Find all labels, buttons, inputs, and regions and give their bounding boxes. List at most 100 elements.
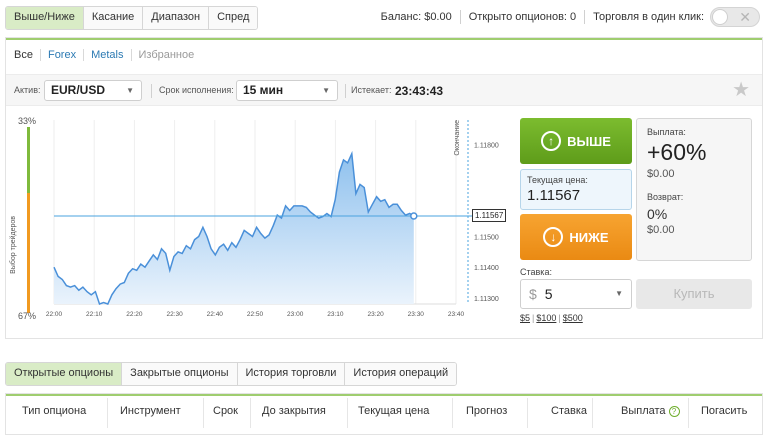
x-tick-label: 23:40 — [448, 311, 465, 318]
help-icon[interactable]: ? — [668, 406, 680, 417]
filter-favorites[interactable]: Избранное — [132, 49, 202, 61]
y-tick-label: 1.11300 — [474, 296, 499, 303]
col-payout: Выплата? — [621, 405, 680, 419]
chevron-down-icon: ▼ — [126, 86, 134, 95]
up-percent: 33% — [18, 116, 37, 126]
divider — [151, 84, 152, 98]
col-forecast: Прогноз — [466, 405, 508, 417]
filter-forex[interactable]: Forex — [41, 49, 85, 61]
price-chart: 22:00 22:10 22:20 22:30 22:40 22:50 23:00 23:10… — [6, 106, 516, 338]
filter-metals[interactable]: Metals — [84, 49, 132, 61]
tab-high-low[interactable]: Выше/Ниже — [6, 7, 84, 29]
put-button-label: НИЖЕ — [569, 229, 609, 245]
tab-range[interactable]: Диапазон — [143, 7, 210, 29]
arrow-down-icon: ↓ — [543, 227, 564, 247]
chevron-down-icon: ▼ — [615, 289, 623, 298]
refund-label: Возврат: — [647, 192, 684, 202]
expires-value: 23:43:43 — [395, 84, 444, 98]
balance-text: Баланс: $0.00 — [380, 11, 452, 23]
x-tick-label: 22:20 — [126, 311, 143, 318]
current-price-label: Текущая цена: — [527, 175, 588, 185]
buy-button[interactable]: Купить — [636, 279, 752, 309]
divider — [584, 10, 586, 24]
term-label: Срок исполнения: — [159, 85, 234, 95]
options-tabs: Открытые опционы Закрытые опционы Истори… — [5, 362, 458, 386]
divider — [250, 398, 251, 428]
traders-choice-bar — [27, 127, 30, 313]
close-icon: ✕ — [739, 9, 751, 25]
col-stake: Ставка — [551, 405, 587, 417]
current-price-box: Текущая цена: 1.11567 — [520, 169, 632, 210]
tab-operation-history[interactable]: История операций — [345, 363, 457, 385]
refund-amount: $0.00 — [647, 224, 675, 236]
option-type-tabs: Выше/Ниже Касание Диапазон Спред — [5, 6, 259, 30]
top-bar: Выше/Ниже Касание Диапазон Спред Баланс:… — [0, 0, 768, 32]
call-button[interactable]: ↑ ВЫШЕ — [520, 118, 632, 164]
x-tick-label: 23:00 — [287, 311, 304, 318]
favorite-star-icon[interactable]: ★ — [732, 80, 750, 100]
tab-spread[interactable]: Спред — [209, 7, 258, 29]
payout-box: Выплата: +60% $0.00 Возврат: 0% $0.00 — [636, 118, 752, 261]
asset-value: EUR/USD — [51, 83, 106, 97]
x-tick-label: 22:10 — [86, 311, 103, 318]
divider — [347, 398, 348, 428]
quick-stakes: $5 | $100 | $500 — [520, 313, 585, 323]
x-tick-label: 23:20 — [367, 311, 384, 318]
x-axis-ticks: 22:00 22:10 22:20 22:30 22:40 22:50 23:00 23:10… — [46, 311, 465, 318]
stake-value: 5 — [544, 286, 553, 302]
divider — [203, 398, 204, 428]
asset-select[interactable]: EUR/USD ▼ — [44, 80, 142, 101]
stake-label: Ставка: — [520, 267, 552, 277]
divider: | — [532, 313, 535, 323]
call-button-label: ВЫШЕ — [567, 133, 611, 149]
options-table-header: Тип опциона Инструмент Срок До закрытия … — [5, 393, 763, 435]
expires-label: Истекает: — [351, 85, 392, 95]
x-tick-label: 23:30 — [408, 311, 425, 318]
account-status: Баланс: $0.00 Открыто опционов: 0 Торгов… — [381, 6, 760, 28]
stake-select[interactable]: $ 5 ▼ — [520, 279, 632, 309]
chart-svg: 22:00 22:10 22:20 22:30 22:40 22:50 23:00 23:10… — [46, 120, 499, 318]
asset-filter-tabs: Все Forex Metals Избранное — [14, 49, 201, 61]
one-click-toggle[interactable]: ✕ — [710, 7, 760, 27]
current-price-marker — [410, 212, 418, 220]
current-price-tag-text: 1.11567 — [475, 210, 504, 220]
trade-panel: Все Forex Metals Избранное Актив: EUR/US… — [5, 37, 763, 339]
current-price-tag: 1.11567 — [472, 208, 507, 222]
y-tick-label: 1.11800 — [474, 143, 499, 150]
expiry-label: Окончание — [454, 120, 461, 156]
put-button[interactable]: ↓ НИЖЕ — [520, 214, 632, 260]
col-term: Срок — [213, 405, 238, 417]
y-tick-label: 1.11500 — [474, 235, 499, 242]
payout-label: Выплата: — [647, 127, 686, 137]
price-area — [54, 153, 414, 304]
accent-line — [6, 394, 762, 396]
quick-stake-500[interactable]: $500 — [563, 313, 583, 323]
tab-trade-history[interactable]: История торговли — [237, 363, 346, 385]
divider — [459, 10, 461, 24]
divider — [527, 398, 528, 428]
payout-amount: $0.00 — [647, 168, 675, 180]
divider — [688, 398, 689, 428]
y-tick-label: 1.11400 — [474, 265, 499, 272]
chevron-down-icon: ▼ — [322, 86, 330, 95]
col-current-price: Текущая цена — [358, 405, 430, 417]
tab-touch[interactable]: Касание — [83, 7, 144, 29]
tab-closed-options[interactable]: Закрытые опционы — [122, 363, 238, 385]
col-redeem: Погасить — [701, 405, 748, 417]
quick-stake-100[interactable]: $100 — [536, 313, 556, 323]
filter-all[interactable]: Все — [14, 49, 41, 61]
divider — [107, 398, 108, 428]
term-select[interactable]: 15 мин ▼ — [236, 80, 338, 101]
traders-choice-label: Выбор трейдеров — [10, 216, 17, 274]
tab-open-options[interactable]: Открытые опционы — [6, 363, 123, 385]
current-price-value: 1.11567 — [527, 187, 581, 204]
col-instrument: Инструмент — [120, 405, 181, 417]
divider — [345, 84, 346, 98]
quick-stake-5[interactable]: $5 — [520, 313, 530, 323]
x-tick-label: 22:40 — [207, 311, 224, 318]
toggle-knob — [712, 9, 728, 25]
x-tick-label: 22:50 — [247, 311, 264, 318]
col-payout-label: Выплата — [621, 405, 666, 417]
one-click-label: Торговля в один клик: — [593, 11, 704, 23]
x-tick-label: 22:30 — [166, 311, 183, 318]
